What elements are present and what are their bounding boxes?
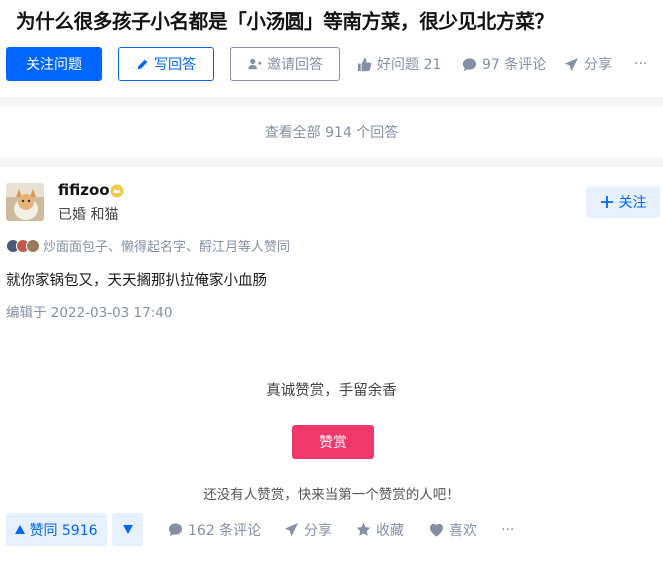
upvoters-text: 炒面面包子、懒得起名字、酹江月等人赞同 — [43, 240, 291, 255]
more-icon: ··· — [501, 521, 515, 538]
plus-icon — [600, 195, 614, 209]
share-icon — [564, 57, 579, 72]
follow-question-button[interactable]: 关注问题 — [6, 47, 102, 81]
question-share-label: 分享 — [584, 57, 612, 73]
comment-icon — [168, 522, 183, 537]
vip-badge-icon — [110, 184, 124, 198]
view-all-answers-bar[interactable]: 查看全部 914 个回答 — [0, 107, 663, 157]
follow-author-label: 关注 — [618, 195, 647, 211]
collect-button[interactable]: 收藏 — [356, 513, 404, 546]
like-label: 喜欢 — [449, 522, 477, 539]
upvote-button[interactable]: 赞同 5916 — [6, 513, 107, 546]
reward-note: 还没有人赞赏，快来当第一个赞赏的人吧！ — [203, 487, 460, 503]
add-person-icon — [247, 57, 262, 71]
author-headline: 已婚 和猫 — [58, 207, 119, 223]
author-name[interactable]: fifizoo — [58, 181, 110, 199]
upvoter-avatar — [26, 238, 40, 253]
question-share-button[interactable]: 分享 — [564, 47, 612, 81]
downvote-button[interactable] — [112, 513, 143, 546]
follow-question-label: 关注问题 — [26, 57, 82, 73]
reward-button-label: 赞赏 — [319, 435, 347, 451]
good-question-label: 好问题 21 — [377, 57, 442, 73]
star-icon — [356, 522, 371, 537]
upvoter-avatars — [6, 238, 40, 253]
more-icon: ··· — [634, 56, 648, 72]
question-comments-button[interactable]: 97 条评论 — [462, 47, 546, 81]
heart-icon — [429, 523, 444, 537]
invite-answer-label: 邀请回答 — [267, 57, 323, 73]
answer-card: fifizoo 已婚 和猫 关注 炒面面包子、懒得起名字、酹江月等人赞同 就你家… — [0, 167, 663, 568]
answer-comments-button[interactable]: 162 条评论 — [168, 513, 261, 546]
answer-content: 就你家锅包又，天天搁那扒拉俺家小血肠 — [6, 273, 267, 289]
reward-prompt: 真诚赞赏，手留余香 — [266, 383, 397, 399]
answer-more-button[interactable]: ··· — [501, 513, 514, 546]
good-question-button[interactable]: 好问题 21 — [357, 47, 441, 81]
thumbs-up-icon — [357, 57, 372, 72]
question-comments-label: 97 条评论 — [482, 57, 547, 73]
upvote-label: 赞同 5916 — [29, 522, 98, 539]
edited-timestamp[interactable]: 编辑于 2022-03-03 17:40 — [6, 301, 172, 321]
reward-button[interactable]: 赞赏 — [292, 425, 374, 459]
write-answer-label: 写回答 — [154, 57, 196, 73]
question-more-button[interactable]: ··· — [634, 47, 647, 81]
question-title[interactable]: 为什么很多孩子小名都是「小汤圆」等南方菜，很少见北方菜？ — [16, 8, 656, 36]
triangle-down-icon — [122, 525, 133, 534]
view-all-answers-link[interactable]: 查看全部 914 个回答 — [265, 122, 399, 142]
pencil-icon — [136, 58, 149, 71]
answer-share-label: 分享 — [304, 522, 332, 539]
invite-answer-button[interactable]: 邀请回答 — [230, 47, 340, 81]
comment-icon — [462, 57, 477, 72]
author-avatar[interactable] — [6, 183, 44, 221]
upvoters-row[interactable]: 炒面面包子、懒得起名字、酹江月等人赞同 — [6, 236, 290, 255]
triangle-up-icon — [15, 525, 26, 534]
question-header: 为什么很多孩子小名都是「小汤圆」等南方菜，很少见北方菜？ 关注问题 写回答 邀请… — [0, 0, 663, 97]
write-answer-button[interactable]: 写回答 — [118, 47, 214, 81]
answer-share-button[interactable]: 分享 — [284, 513, 332, 546]
share-icon — [284, 522, 299, 537]
collect-label: 收藏 — [376, 522, 404, 539]
follow-author-button[interactable]: 关注 — [586, 186, 660, 218]
like-button[interactable]: 喜欢 — [429, 513, 477, 546]
answer-comments-label: 162 条评论 — [188, 522, 262, 539]
